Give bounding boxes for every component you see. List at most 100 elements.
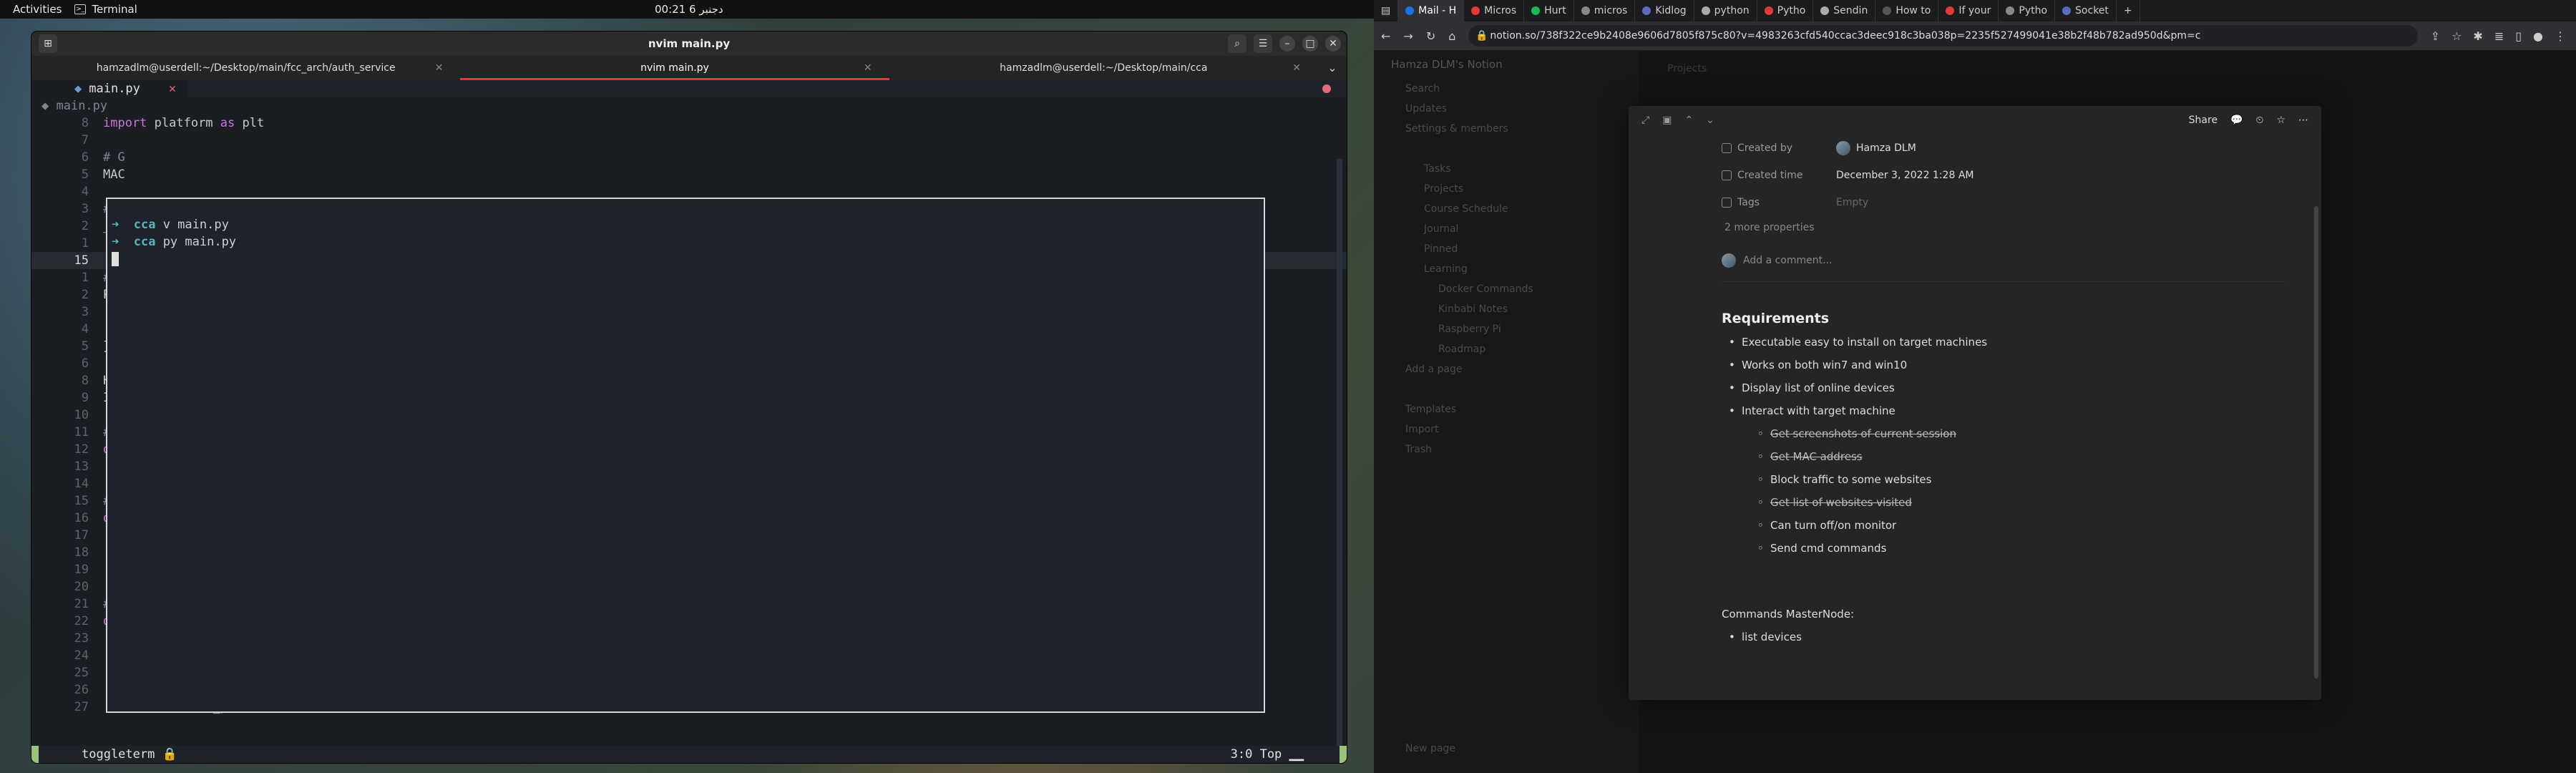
lock-icon[interactable]: 🔒 [1475, 25, 1488, 47]
sidebar-item[interactable]: Journal [1374, 219, 1639, 239]
maximize-button[interactable]: □ [1302, 36, 1318, 52]
extensions-icon[interactable]: ✱ [2473, 29, 2482, 43]
property-row[interactable]: Created time December 3, 2022 1:28 AM [1722, 162, 2300, 189]
previous-page-icon[interactable]: ⌃ [1684, 115, 1693, 126]
sidebar-item[interactable]: Templates [1374, 399, 1639, 419]
list-item[interactable]: ◦ Get screenshots of current session [1722, 422, 2293, 445]
terminal-prompt-line[interactable] [107, 251, 1264, 268]
buffer-tab[interactable]: ◆ main.py ✕ [31, 80, 188, 97]
more-options-icon[interactable]: ⋯ [2298, 115, 2308, 126]
bookmark-star-icon[interactable]: ☆ [2451, 29, 2462, 43]
profile-avatar[interactable]: ● [2533, 29, 2543, 43]
search-icon[interactable]: ⌕ [1228, 34, 1246, 53]
sidebar-item[interactable]: Kinbabi Notes [1374, 299, 1639, 319]
nvim-editor[interactable]: ◆ main.py ✕ ◆ main.py 8 import platform a… [31, 80, 1347, 763]
home-icon[interactable]: ⌂ [1448, 29, 1455, 43]
forward-icon[interactable]: → [1403, 29, 1413, 43]
minimize-button[interactable]: – [1279, 36, 1295, 52]
sidebar-item[interactable]: Course Schedule [1374, 199, 1639, 219]
terminal-tab[interactable]: hamzadlm@userdell:~/Desktop/main/cca ✕ [889, 56, 1318, 80]
terminal-app-menu[interactable]: >_ Terminal [74, 3, 137, 16]
sidebar-item[interactable]: Updates [1374, 99, 1639, 119]
code-line[interactable]: 6 # G [31, 149, 1347, 166]
list-item[interactable]: ◦ Get list of websites visited [1722, 491, 2293, 514]
property-value[interactable]: December 3, 2022 1:28 AM [1836, 170, 1974, 181]
browser-tab[interactable]: Pytho [1757, 0, 1814, 21]
sidebar-item[interactable]: Projects [1374, 179, 1639, 199]
sidebar-item[interactable]: Docker Commands [1374, 279, 1639, 299]
browser-tab[interactable]: How to [1875, 0, 1939, 21]
comments-icon[interactable]: 💬 [2230, 115, 2243, 126]
address-bar[interactable]: 🔒 notion.so/738f322ce9b2408e9606d7805f87… [1468, 25, 2418, 47]
new-tab-button[interactable]: + [2117, 0, 2140, 21]
share-button[interactable]: Share [2189, 115, 2218, 126]
list-item[interactable]: ◦ Block traffic to some websites [1722, 468, 2293, 491]
sidebar-item[interactable]: Add a page [1374, 359, 1639, 379]
close-tab-icon[interactable]: ✕ [435, 56, 444, 80]
toggleterm-float[interactable]: ➜ cca v main.py ➜ cca py main.py [106, 198, 1265, 713]
page-breadcrumb[interactable]: Projects [1639, 50, 2576, 87]
close-tab-icon[interactable]: ✕ [1292, 56, 1301, 80]
list-item[interactable]: ◦ Get MAC address [1722, 445, 2293, 468]
browser-tab[interactable]: If your [1938, 0, 1999, 21]
sidebar-item[interactable] [1374, 139, 1639, 159]
close-buffer-icon[interactable]: ✕ [169, 82, 176, 96]
property-value[interactable]: Hamza DLM [1836, 141, 1916, 155]
reload-icon[interactable]: ↻ [1426, 29, 1435, 43]
clock[interactable]: 00:21 دجنبر 6 [655, 3, 723, 16]
sidebar-item[interactable]: Pinned [1374, 239, 1639, 259]
browser-tab[interactable]: Hurt [1524, 0, 1574, 21]
sidebar-item[interactable]: Raspberry Pi [1374, 319, 1639, 339]
browser-tab[interactable]: Kidlog [1635, 0, 1694, 21]
list-item[interactable]: • Interact with target machine [1722, 399, 2293, 422]
browser-tab[interactable]: micros [1574, 0, 1636, 21]
code-line[interactable]: 5 MAC [31, 166, 1347, 183]
terminal-tab[interactable]: hamzadlm@userdell:~/Desktop/main/fcc_arc… [31, 56, 460, 80]
peek-mode-icon[interactable]: ▣ [1662, 115, 1672, 126]
tab-search-icon[interactable]: ▤ [1374, 0, 1399, 21]
activities-button[interactable]: Activities [0, 3, 74, 16]
history-icon[interactable]: ⏲ [2256, 115, 2264, 126]
sidebar-item[interactable]: Settings & members [1374, 119, 1639, 139]
commands-heading[interactable]: Commands MasterNode: [1722, 603, 2293, 626]
property-row[interactable]: Tags Empty [1722, 189, 2300, 216]
open-full-page-icon[interactable]: ⤢ [1641, 115, 1649, 126]
sidebar-item[interactable]: Import [1374, 419, 1639, 439]
browser-tab[interactable]: Sendin [1813, 0, 1876, 21]
list-item[interactable]: ◦ Can turn off/on monitor [1722, 514, 2293, 537]
code-line[interactable]: 7 [31, 132, 1347, 149]
share-icon[interactable]: ⇪ [2431, 29, 2440, 43]
chrome-menu-icon[interactable]: ⋮ [2555, 29, 2566, 43]
list-item[interactable]: • Display list of online devices [1722, 376, 2293, 399]
next-page-icon[interactable]: ⌄ [1706, 115, 1714, 126]
close-button[interactable]: ✕ [1325, 36, 1341, 52]
list-item[interactable]: • Works on both win7 and win10 [1722, 354, 2293, 376]
list-item[interactable]: ◦ Send cmd commands [1722, 537, 2293, 560]
browser-tab[interactable]: Micros [1464, 0, 1525, 21]
hamburger-menu-icon[interactable]: ☰ [1254, 34, 1272, 53]
close-tab-icon[interactable]: ✕ [864, 56, 872, 80]
sidebar-item[interactable] [1374, 379, 1639, 399]
requirements-heading[interactable]: Requirements [1722, 306, 2293, 331]
code-line[interactable]: 8 import platform as plt [31, 115, 1347, 132]
sidebar-item[interactable]: Learning [1374, 259, 1639, 279]
peek-scrollbar[interactable] [2314, 206, 2318, 679]
nvim-scrollbar[interactable] [1337, 159, 1342, 763]
list-item[interactable]: • list devices [1722, 626, 2293, 648]
terminal-tab-active[interactable]: nvim main.py ✕ [460, 56, 889, 80]
add-comment-input[interactable]: Add a comment... [1722, 239, 2285, 282]
browser-tab[interactable]: Socket [2055, 0, 2117, 21]
page-content[interactable]: Requirements • Executable easy to install… [1722, 306, 2293, 648]
back-icon[interactable]: ← [1381, 29, 1390, 43]
side-panel-icon[interactable]: ▯ [2515, 29, 2522, 43]
list-item[interactable]: • Executable easy to install on target ma… [1722, 331, 2293, 354]
more-properties-toggle[interactable]: 2 more properties [1722, 216, 2300, 239]
workspace-switcher[interactable]: Hamza DLM's Notion [1374, 50, 1639, 79]
tab-dropdown-icon[interactable]: ⌄ [1318, 56, 1347, 80]
sidebar-item[interactable]: Search [1374, 79, 1639, 99]
reading-list-icon[interactable]: ≣ [2494, 29, 2504, 43]
new-page-button[interactable]: New page [1374, 739, 1455, 759]
browser-tab[interactable]: Mail - H [1398, 0, 1465, 21]
browser-tab[interactable]: Pytho [1999, 0, 2056, 21]
sidebar-item[interactable]: Trash [1374, 439, 1639, 460]
